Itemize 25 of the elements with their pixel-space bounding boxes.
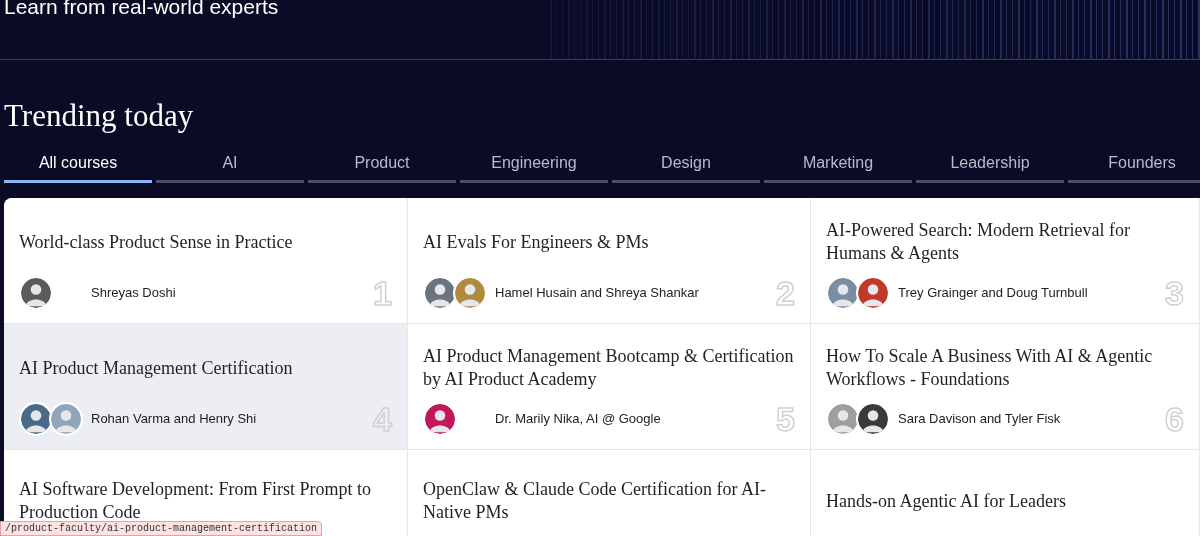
category-tab[interactable]: All courses: [4, 145, 152, 183]
link-url-tooltip: /product-faculty/ai-product-management-certification: [0, 521, 323, 536]
category-tab[interactable]: Engineering: [460, 145, 608, 183]
course-authors: Sara Davison and Tyler Fisk: [898, 410, 1061, 429]
course-title: Hands-on Agentic AI for Leaders: [826, 489, 1066, 513]
course-title: AI Evals For Engineers & PMs: [423, 230, 649, 254]
course-title: OpenClaw & Claude Code Certification for AI-Native PMs: [423, 478, 767, 524]
category-tab[interactable]: Founders: [1068, 145, 1200, 183]
course-authors: Trey Grainger and Doug Turnbull: [898, 284, 1088, 303]
course-title: AI-Powered Search: Modern Retrieval for Humans & Agents: [826, 219, 1131, 265]
course-title: AI Product Management Bootcamp & Certification by AI Product Academy: [423, 345, 795, 391]
category-tab[interactable]: Product: [308, 145, 456, 183]
section-title: Trending today: [4, 97, 194, 135]
course-authors: Hamel Husain and Shreya Shankar: [495, 284, 699, 303]
course-authors: Dr. Marily Nika, AI @ Google: [495, 410, 661, 429]
category-tab[interactable]: Leadership: [916, 145, 1064, 183]
category-tab[interactable]: Design: [612, 145, 760, 183]
course-title: World-class Product Sense in Practice: [19, 230, 293, 254]
category-tab[interactable]: AI: [156, 145, 304, 183]
course-title: AI Software Development: From First Prompt to Production Code: [19, 478, 372, 523]
course-authors: Rohan Varma and Henry Shi: [91, 410, 257, 429]
course-title: AI Product Management Certification: [19, 356, 293, 380]
category-tab[interactable]: Marketing: [764, 145, 912, 183]
course-title: How To Scale A Business With AI & Agentic Workflows - Foundations: [826, 345, 1154, 391]
course-authors: Shreyas Doshi: [91, 284, 176, 303]
